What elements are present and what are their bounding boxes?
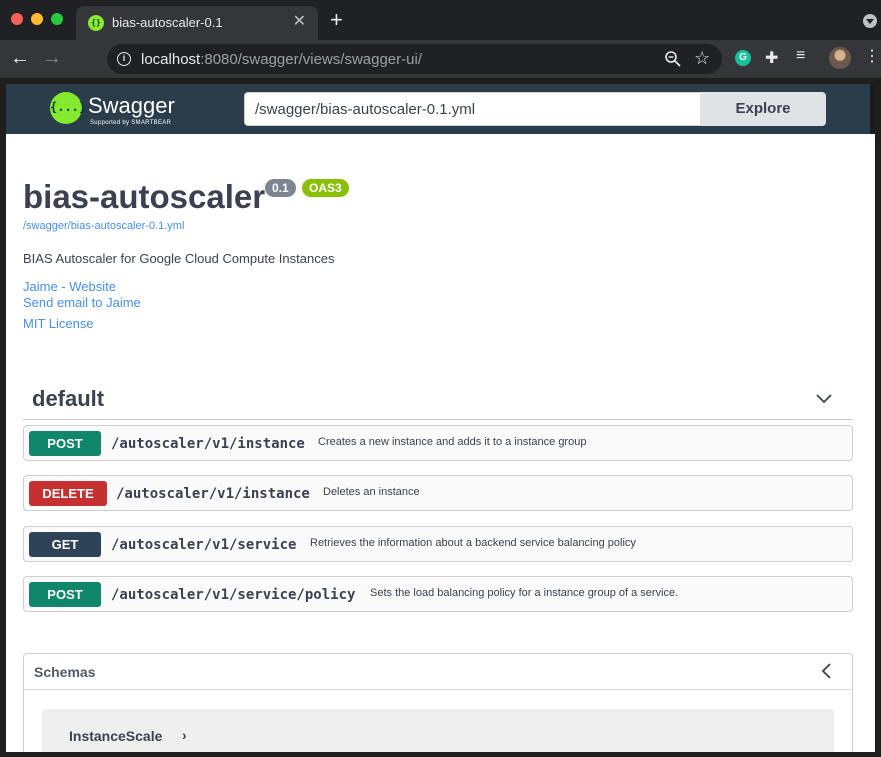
tag-name: default <box>32 386 105 411</box>
swagger-topbar: {...} Swagger Supported by SMARTBEAR /sw… <box>6 84 875 134</box>
swagger-favicon-icon: {} <box>88 15 104 31</box>
operation-summary: Creates a new instance and adds it to a … <box>318 436 587 448</box>
swagger-brand[interactable]: Swagger <box>88 93 175 119</box>
page-viewport: {...} Swagger Supported by SMARTBEAR /sw… <box>6 84 875 752</box>
browser-menu-icon[interactable]: ⋮ <box>864 46 880 66</box>
contact-email-link[interactable]: Send email to Jaime <box>23 295 141 310</box>
profile-avatar[interactable] <box>829 47 851 69</box>
schemas-header[interactable]: Schemas <box>24 654 852 690</box>
explore-button[interactable]: Explore <box>700 92 826 126</box>
browser-tab-active[interactable]: {} bias-autoscaler-0.1 ✕ <box>76 6 318 40</box>
method-badge-delete: DELETE <box>29 481 107 506</box>
operation-summary: Retrieves the information about a backen… <box>310 537 636 549</box>
method-badge-post: POST <box>29 431 101 456</box>
method-badge-post: POST <box>29 582 101 607</box>
chevron-right-icon[interactable]: › <box>182 727 187 743</box>
extensions-puzzle-icon[interactable]: ✚ <box>765 48 778 68</box>
fullscreen-window-button[interactable] <box>51 13 63 25</box>
swagger-logo-glyph: {...} <box>50 100 87 114</box>
schemas-section: Schemas InstanceScale › <box>23 653 853 752</box>
grammarly-icon[interactable]: G <box>735 50 751 66</box>
spec-file-link[interactable]: /swagger/bias-autoscaler-0.1.yml <box>23 220 184 232</box>
url-text[interactable]: localhost:8080/swagger/views/swagger-ui/ <box>141 51 422 68</box>
schema-item-instancescale[interactable]: InstanceScale › <box>42 709 834 752</box>
window-bottom-edge <box>0 752 881 757</box>
operation-summary: Deletes an instance <box>323 486 420 498</box>
chevron-left-icon[interactable] <box>820 662 834 680</box>
swagger-topbar-inner: {...} Swagger Supported by SMARTBEAR /sw… <box>6 84 870 134</box>
bookmark-star-icon[interactable]: ☆ <box>694 48 710 69</box>
chevron-down-icon[interactable] <box>815 389 833 407</box>
oas-badge: OAS3 <box>302 179 349 197</box>
api-description: BIAS Autoscaler for Google Cloud Compute… <box>23 251 335 266</box>
contact-website-link[interactable]: Jaime - Website <box>23 279 116 294</box>
close-window-button[interactable] <box>11 13 23 25</box>
url-host: localhost <box>141 51 201 68</box>
url-path: :8080/swagger/views/swagger-ui/ <box>200 51 422 68</box>
tab-search-icon[interactable] <box>863 14 877 28</box>
operation-delete-instance[interactable]: DELETE /autoscaler/v1/instance Deletes a… <box>23 475 853 511</box>
operation-path: /autoscaler/v1/service/policy <box>111 587 356 603</box>
media-control-icon[interactable]: ≡ <box>796 47 805 65</box>
operation-path: /autoscaler/v1/instance <box>116 486 310 502</box>
operation-path: /autoscaler/v1/instance <box>111 436 305 452</box>
tab-close-icon[interactable]: ✕ <box>293 13 306 31</box>
api-title: bias-autoscaler <box>23 178 266 215</box>
schemas-title: Schemas <box>34 664 96 680</box>
info-icon[interactable]: i <box>117 52 131 66</box>
zoom-icon[interactable] <box>664 50 682 68</box>
schema-name: InstanceScale <box>69 728 163 744</box>
version-badge: 0.1 <box>265 179 296 197</box>
operation-post-service-policy[interactable]: POST /autoscaler/v1/service/policy Sets … <box>23 576 853 612</box>
operation-summary: Sets the load balancing policy for a ins… <box>370 587 679 599</box>
new-tab-button[interactable]: + <box>330 9 343 31</box>
method-badge-get: GET <box>29 532 101 557</box>
spec-url-input[interactable]: /swagger/bias-autoscaler-0.1.yml <box>244 92 702 126</box>
swagger-brand-sub: Supported by SMARTBEAR <box>90 120 172 126</box>
browser-tab-bar: {} bias-autoscaler-0.1 ✕ + <box>0 0 881 40</box>
address-bar[interactable]: i localhost:8080/swagger/views/swagger-u… <box>107 44 722 74</box>
operation-path: /autoscaler/v1/service <box>111 537 297 553</box>
minimize-window-button[interactable] <box>31 13 43 25</box>
swagger-logo-icon[interactable]: {...} <box>50 92 87 124</box>
forward-arrow-icon[interactable]: → <box>42 47 62 69</box>
back-arrow-icon[interactable]: ← <box>10 47 30 69</box>
tag-section-header[interactable]: default <box>23 382 853 420</box>
operation-get-service[interactable]: GET /autoscaler/v1/service Retrieves the… <box>23 526 853 562</box>
license-link[interactable]: MIT License <box>23 316 94 331</box>
operation-post-instance[interactable]: POST /autoscaler/v1/instance Creates a n… <box>23 425 853 461</box>
tab-title: bias-autoscaler-0.1 <box>112 15 223 30</box>
